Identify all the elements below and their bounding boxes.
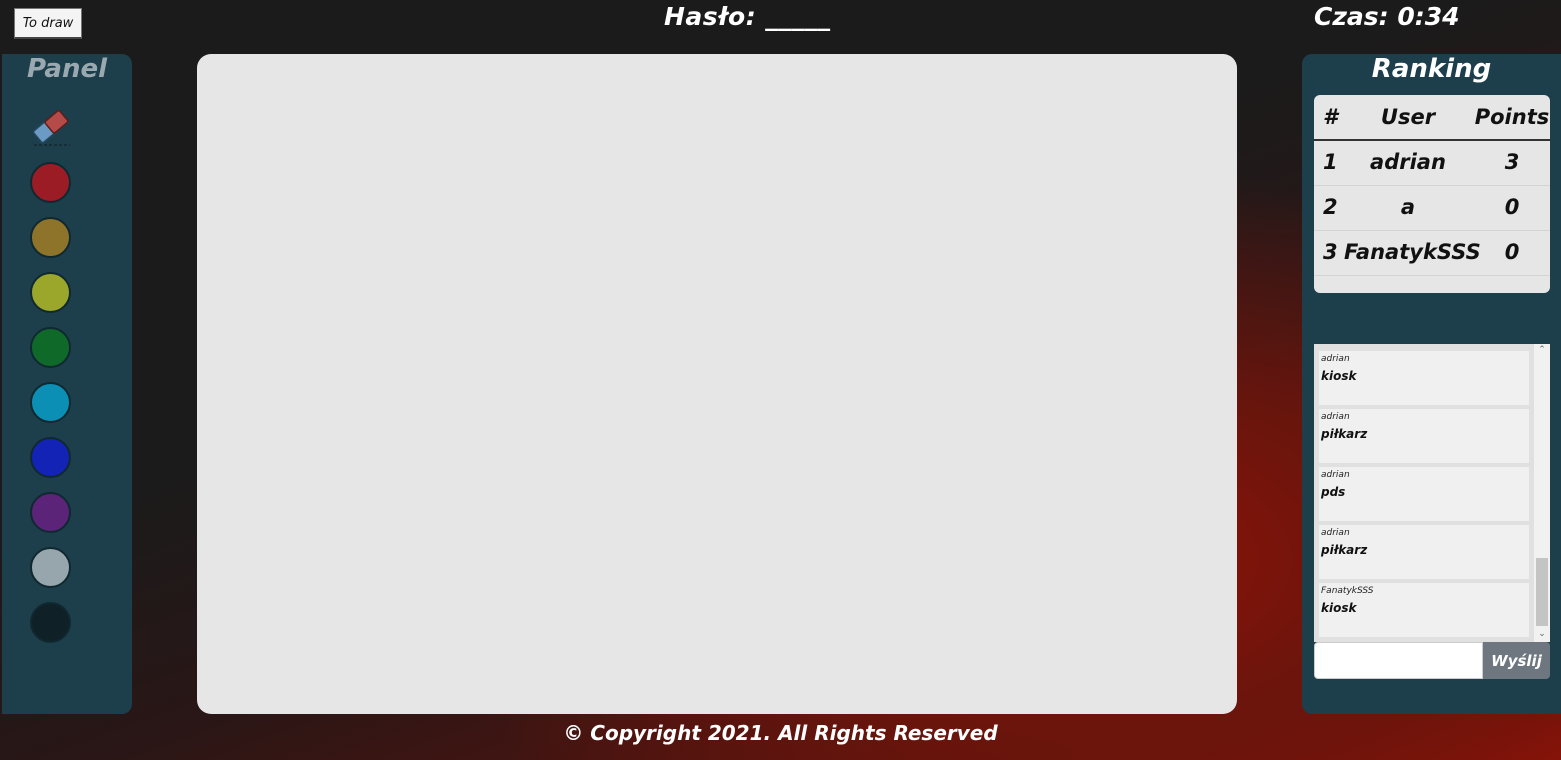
points-cell: 0 (1504, 195, 1520, 219)
rank-cell: 1 (1323, 150, 1338, 174)
tool-panel: Panel (2, 54, 132, 714)
chat-message-text: piłkarz (1321, 543, 1368, 557)
chat-scrollbar[interactable]: ⌃ ⌄ (1534, 344, 1550, 642)
send-button[interactable]: Wyślij (1483, 642, 1550, 679)
scroll-up-icon[interactable]: ⌃ (1534, 344, 1550, 356)
chat-message-user: adrian (1321, 412, 1350, 422)
color-swatch-black[interactable] (30, 602, 71, 643)
chat-message-user: adrian (1321, 354, 1350, 364)
chat-message: adrian kiosk (1319, 351, 1529, 405)
chat-message-text: piłkarz (1321, 427, 1368, 441)
chat-message-user: FanatykSSS (1321, 586, 1374, 596)
rank-cell: 3 (1323, 240, 1338, 264)
chat-input[interactable] (1314, 642, 1483, 679)
ranking-panel: Ranking # User Points 1 adrian 3 2 a 0 3… (1302, 54, 1561, 714)
points-cell: 0 (1504, 240, 1520, 264)
chat-message-text: pds (1321, 485, 1346, 499)
color-swatch-gray[interactable] (30, 547, 71, 588)
chat-message: adrian piłkarz (1319, 525, 1529, 579)
color-swatch-cyan[interactable] (30, 382, 71, 423)
chat-log[interactable]: adrian kiosk adrian piłkarz adrian pds a… (1314, 344, 1550, 642)
rank-cell: 2 (1323, 195, 1338, 219)
column-header-rank: # (1323, 105, 1338, 129)
footer-copyright: © Copyright 2021. All Rights Reserved (563, 721, 998, 745)
table-row: 2 a 0 (1314, 185, 1550, 231)
ranking-title: Ranking (1371, 54, 1492, 84)
user-cell: a (1400, 195, 1416, 219)
eraser-icon[interactable] (28, 106, 74, 148)
timer: Czas: 0:34 (1314, 2, 1460, 31)
color-swatch-ochre[interactable] (30, 217, 71, 258)
user-cell: FanatykSSS (1344, 240, 1481, 264)
table-row: 3 FanatykSSS 0 (1314, 230, 1550, 276)
chat-message-user: adrian (1321, 470, 1350, 480)
color-swatch-blue[interactable] (30, 437, 71, 478)
user-cell: adrian (1370, 150, 1446, 174)
chat-message-text: kiosk (1321, 601, 1357, 615)
scroll-down-icon[interactable]: ⌄ (1534, 628, 1550, 640)
chat-message: adrian piłkarz (1319, 409, 1529, 463)
ranking-header-row: # User Points (1314, 95, 1550, 141)
column-header-points: Points (1474, 105, 1550, 129)
table-row: 1 adrian 3 (1314, 140, 1550, 186)
drawing-canvas[interactable] (197, 54, 1237, 714)
color-swatch-olive[interactable] (30, 272, 71, 313)
color-swatch-red[interactable] (30, 162, 71, 203)
color-swatch-purple[interactable] (30, 492, 71, 533)
chat-message: FanatykSSS kiosk (1319, 583, 1529, 637)
column-header-user: User (1380, 105, 1436, 129)
panel-title: Panel (27, 54, 107, 84)
to-draw-button[interactable]: To draw (14, 8, 82, 39)
points-cell: 3 (1504, 150, 1520, 174)
scroll-thumb[interactable] (1536, 558, 1548, 626)
color-swatch-green[interactable] (30, 327, 71, 368)
chat-message: adrian pds (1319, 467, 1529, 521)
chat-message-text: kiosk (1321, 369, 1357, 383)
ranking-table: # User Points 1 adrian 3 2 a 0 3 Fanatyk… (1314, 95, 1550, 293)
word-hint: Hasło: _____ (664, 2, 831, 31)
chat-message-user: adrian (1321, 528, 1350, 538)
